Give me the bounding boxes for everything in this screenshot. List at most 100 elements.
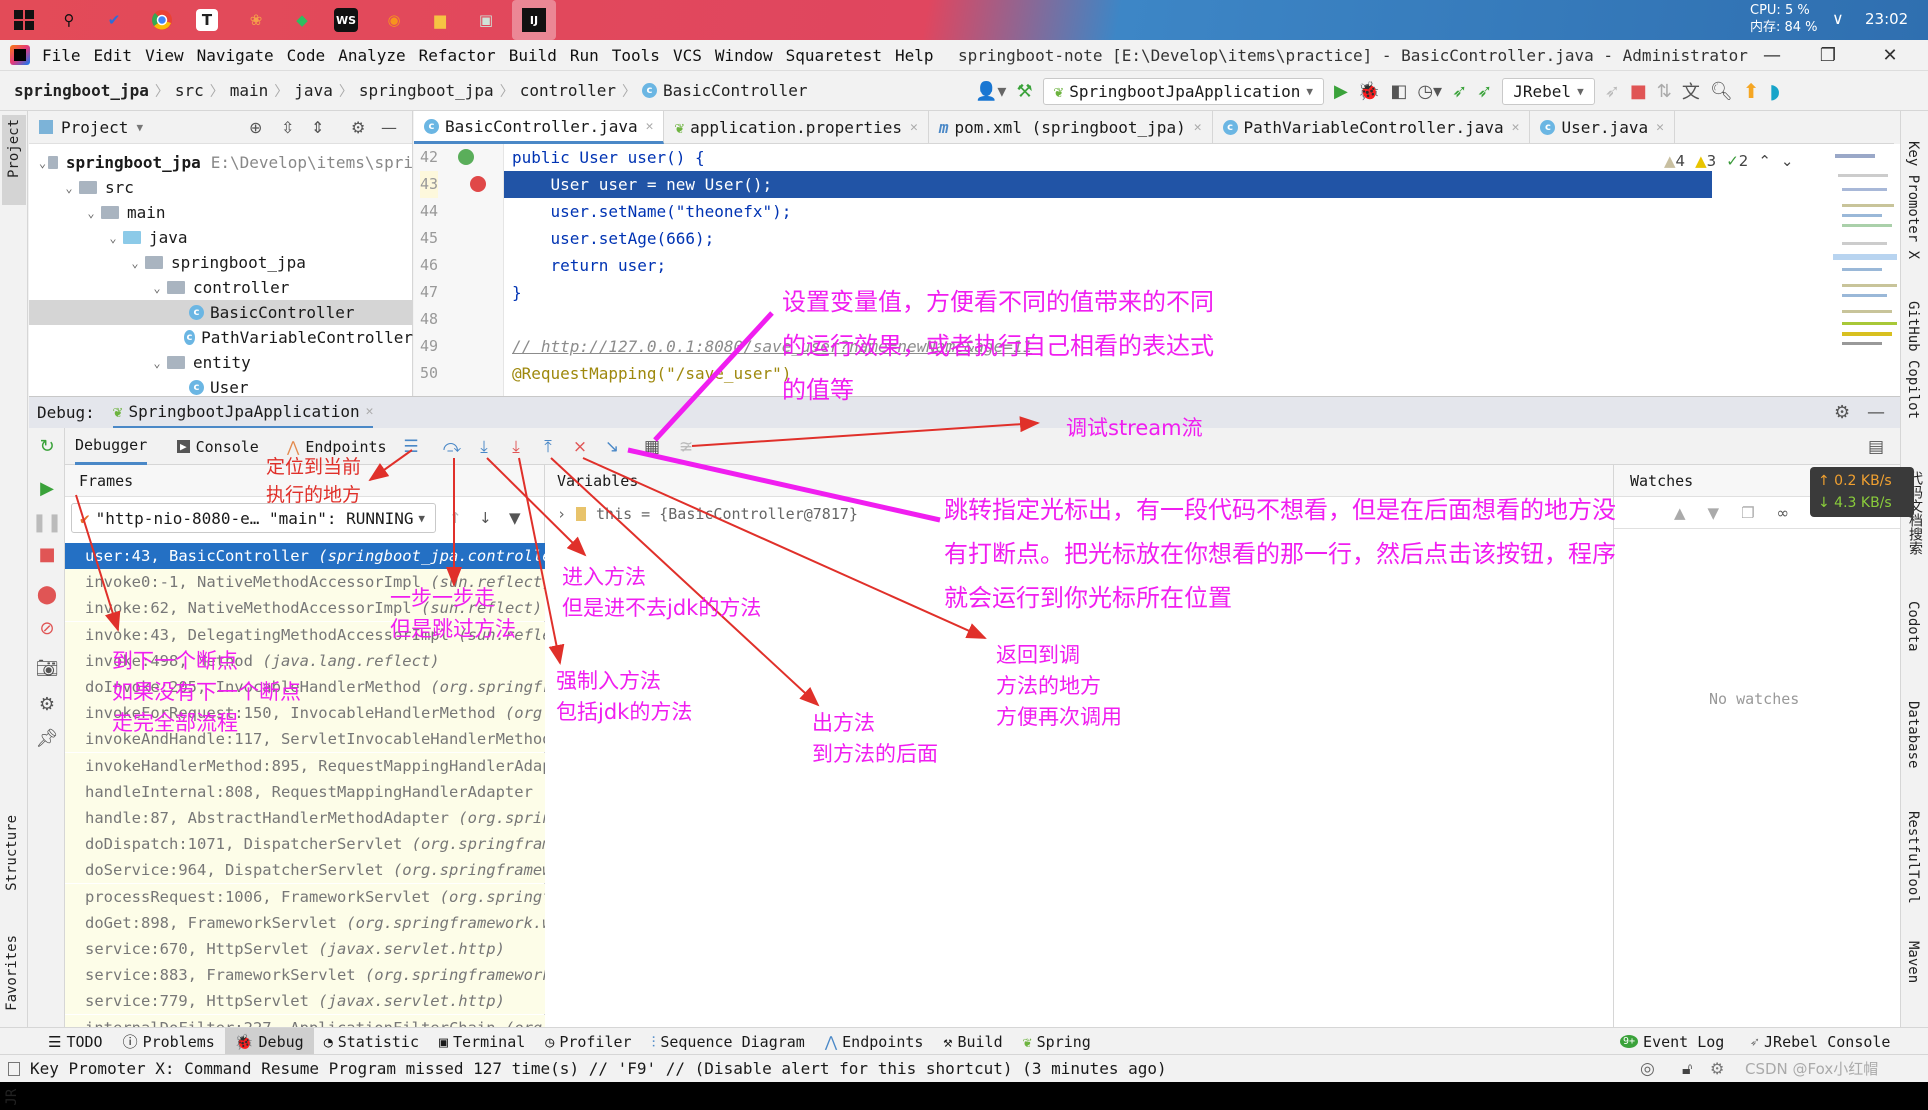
menu-help[interactable]: Help	[895, 46, 934, 65]
next-problem-icon[interactable]: ⌄	[1781, 152, 1794, 170]
menu-file[interactable]: File	[42, 46, 81, 65]
close-tab-icon[interactable]: ✕	[646, 119, 654, 134]
tree-item[interactable]: c BasicController	[29, 300, 413, 325]
menu-analyze[interactable]: Analyze	[338, 46, 405, 65]
tree-item[interactable]: ⌄ springboot_jpa E:\Develop\items\spri	[29, 150, 413, 175]
menu-window[interactable]: Window	[715, 46, 773, 65]
tab-basiccontroller[interactable]: c BasicController.java ✕	[414, 111, 665, 144]
show-execution-point-icon[interactable]: ☰	[400, 436, 422, 458]
todo-app-icon[interactable]: ✔	[100, 6, 128, 34]
frame-row[interactable]: doDispatch:1071, DispatcherServlet (org.…	[65, 831, 545, 858]
tab-build[interactable]: ⚒ Build	[933, 1028, 1012, 1056]
pause-icon[interactable]: ❚❚	[32, 510, 62, 534]
code-line[interactable]: return user;	[504, 252, 1712, 279]
chevron-down-icon[interactable]: ⌄	[147, 281, 167, 295]
typo-count[interactable]: ✓2	[1726, 152, 1748, 170]
status-toggle-icon[interactable]	[8, 1061, 20, 1076]
tab-endpoints[interactable]: ⋀ Endpoints	[815, 1028, 934, 1056]
resume-program-icon[interactable]: ▶	[35, 476, 59, 500]
locate-file-icon[interactable]: ⊕	[249, 118, 262, 137]
glasses-icon[interactable]: ∞	[1777, 504, 1790, 522]
close-tab-icon[interactable]: ✕	[1194, 120, 1202, 135]
tab-pom-xml[interactable]: m pom.xml (springboot_jpa) ✕	[929, 111, 1213, 144]
debug-session-tab[interactable]: ❦ SpringbootJpaApplication ✕	[112, 397, 374, 429]
menu-tools[interactable]: Tools	[612, 46, 660, 65]
tab-spring[interactable]: ❦ Spring	[1013, 1028, 1101, 1056]
layout-settings-icon[interactable]: ▤	[1865, 436, 1887, 458]
copy-icon[interactable]: ❐	[1741, 504, 1754, 522]
pin-icon[interactable]: 📌︎	[35, 726, 59, 750]
filter-icon[interactable]: ▼	[509, 509, 521, 527]
breadcrumb-item[interactable]: main	[230, 81, 269, 100]
breadcrumb-item[interactable]: BasicController	[663, 81, 808, 100]
frame-row[interactable]: invokeHandlerMethod:895, RequestMappingH…	[65, 752, 545, 779]
menu-view[interactable]: View	[145, 46, 184, 65]
breadcrumb-item[interactable]: java	[294, 81, 333, 100]
breadcrumb-item[interactable]: springboot_jpa	[359, 81, 494, 100]
browser-app-icon[interactable]: ❀	[242, 6, 270, 34]
webstorm-icon[interactable]: WS	[334, 8, 358, 32]
build-hammer-icon[interactable]: ⚒	[1016, 81, 1032, 102]
hide-panel-icon[interactable]: —	[1867, 402, 1885, 423]
frame-row[interactable]: processRequest:1006, FrameworkServlet (o…	[65, 883, 545, 910]
chevron-down-icon[interactable]: ⌄	[59, 181, 79, 195]
tree-item[interactable]: ⌄ main	[29, 200, 413, 225]
user-icon[interactable]: 👤▾	[975, 81, 1006, 102]
plugin-icon[interactable]: ◗	[1770, 79, 1781, 103]
intellij-taskbar-icon[interactable]: IJ	[512, 0, 556, 40]
status-message[interactable]: Key Promoter X: Command Resume Program m…	[30, 1059, 1167, 1078]
tree-item[interactable]: ⌄ java	[29, 225, 413, 250]
variable-row[interactable]: › this = {BasicController@7817}	[557, 505, 858, 523]
codota-tab[interactable]: Codota	[1905, 601, 1921, 652]
tree-item[interactable]: ⌄ springboot_jpa	[29, 250, 413, 275]
windows-start-icon[interactable]	[10, 6, 38, 34]
project-view-select[interactable]: Project	[61, 118, 128, 137]
previous-problem-icon[interactable]: ⌃	[1758, 152, 1771, 170]
jrebel-select[interactable]: JRebel ▼	[1502, 77, 1595, 105]
minimize-button[interactable]: —	[1752, 42, 1792, 68]
menu-run[interactable]: Run	[570, 46, 599, 65]
drop-frame-icon[interactable]: ⨯	[569, 436, 591, 458]
check-circle-icon[interactable]: ◎	[1640, 1059, 1655, 1079]
translate-icon[interactable]: 文	[1682, 78, 1700, 104]
key-promoter-tab[interactable]: Key Promoter X	[1905, 141, 1921, 259]
frame-row[interactable]: handle:87, AbstractHandlerMethodAdapter …	[65, 805, 545, 831]
maven-tab[interactable]: Maven	[1905, 941, 1921, 983]
chevron-down-icon[interactable]: ⌄	[37, 156, 48, 170]
frame-row[interactable]: doGet:898, FrameworkServlet (org.springf…	[65, 909, 545, 936]
endpoint-mapping-icon[interactable]	[458, 149, 474, 165]
run-icon[interactable]: ▶	[1334, 81, 1348, 102]
step-out-icon[interactable]: ⤒	[537, 436, 559, 458]
restore-button[interactable]: ❐	[1808, 42, 1848, 68]
menu-edit[interactable]: Edit	[94, 46, 133, 65]
force-step-into-icon[interactable]: ⤓	[505, 436, 527, 458]
tree-item[interactable]: c PathVariableController	[29, 325, 413, 350]
menu-build[interactable]: Build	[509, 46, 557, 65]
file-explorer-icon[interactable]: ▆	[426, 6, 454, 34]
menu-navigate[interactable]: Navigate	[197, 46, 274, 65]
menu-vcs[interactable]: VCS	[673, 46, 702, 65]
terminal-app-icon[interactable]: ▣	[472, 6, 500, 34]
chevron-down-icon[interactable]: ∨	[1832, 9, 1844, 28]
warning-count[interactable]: ▲3	[1695, 152, 1716, 170]
code-line[interactable]: user.setAge(666);	[504, 225, 1712, 252]
step-over-icon[interactable]: ⤼	[441, 436, 463, 458]
stop-icon[interactable]: ■	[35, 542, 59, 566]
evaluate-expression-icon[interactable]: ▦	[641, 436, 663, 458]
project-tool-tab[interactable]: Project	[2, 115, 26, 205]
restfultool-tab[interactable]: RestfulTool	[1905, 811, 1921, 904]
chevron-right-icon[interactable]: ›	[557, 505, 566, 523]
hide-panel-icon[interactable]: —	[381, 118, 397, 137]
jrebel-debug-icon[interactable]: ➶	[1477, 81, 1492, 102]
structure-tool-tab[interactable]: Structure	[2, 811, 22, 895]
move-up-icon[interactable]: ▲	[1674, 504, 1686, 522]
tab-user[interactable]: c User.java ✕	[1530, 111, 1675, 144]
camera-icon[interactable]: 📷︎	[35, 656, 59, 680]
view-breakpoints-icon[interactable]: ⬤	[35, 582, 59, 606]
tab-pathvariablecontroller[interactable]: c PathVariableController.java ✕	[1213, 111, 1531, 144]
tab-sequence-diagram[interactable]: ⫶ Sequence Diagram	[642, 1028, 815, 1056]
tab-jrebel-console[interactable]: ➶ JRebel Console	[1740, 1028, 1900, 1056]
close-tab-icon[interactable]: ✕	[910, 120, 918, 135]
next-frame-icon[interactable]: ↓	[479, 509, 492, 527]
update-icon[interactable]: ⬆	[1743, 79, 1760, 103]
